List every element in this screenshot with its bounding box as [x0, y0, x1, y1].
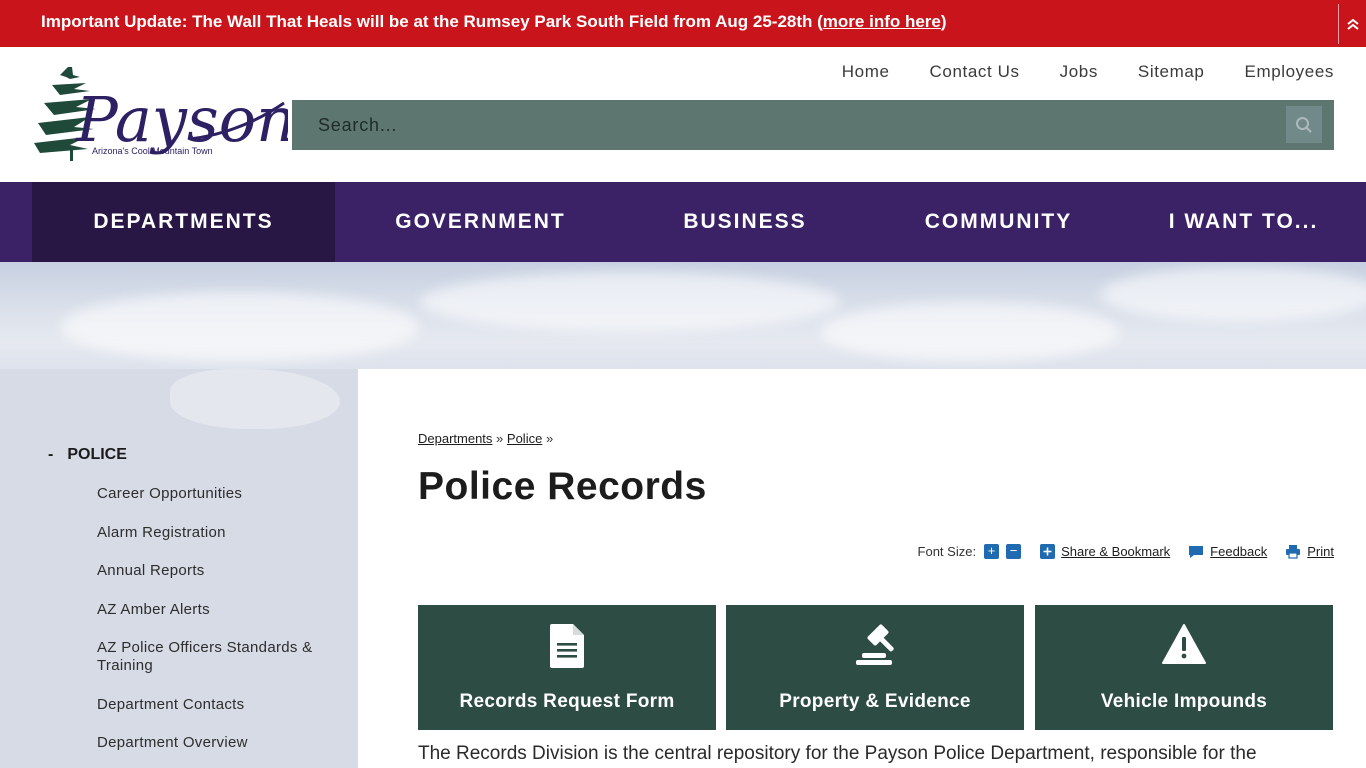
- share-bookmark-label[interactable]: Share & Bookmark: [1061, 544, 1170, 559]
- warning-icon: [1162, 624, 1206, 664]
- search-icon: [1296, 116, 1312, 133]
- sidebar-nav: - POLICE Career Opportunities Alarm Regis…: [0, 369, 358, 768]
- alert-message: Important Update: The Wall That Heals wi…: [41, 12, 947, 32]
- top-link-jobs[interactable]: Jobs: [1060, 62, 1098, 82]
- site-header: Payson Arizona's Cool Mountain Town Home…: [0, 47, 1366, 182]
- hero-banner: [0, 262, 1366, 369]
- double-chevron-up-icon: [1346, 18, 1359, 30]
- sidebar-item-department-contacts[interactable]: Department Contacts: [97, 696, 342, 714]
- sidebar-heading-label: POLICE: [67, 446, 127, 463]
- page-tools: Font Size: + − Share & Bookmark Feedback…: [918, 544, 1334, 559]
- nav-community[interactable]: COMMUNITY: [864, 182, 1133, 262]
- font-decrease-button[interactable]: −: [1006, 544, 1022, 559]
- intro-paragraph: The Records Division is the central repo…: [418, 743, 1257, 764]
- search-input[interactable]: Search...: [318, 115, 397, 136]
- alert-more-info-link[interactable]: more info here: [823, 12, 941, 31]
- top-link-sitemap[interactable]: Sitemap: [1138, 62, 1205, 82]
- nav-business[interactable]: BUSINESS: [626, 182, 864, 262]
- main-nav: DEPARTMENTS GOVERNMENT BUSINESS COMMUNIT…: [0, 182, 1366, 262]
- sidebar-item-az-amber-alerts[interactable]: AZ Amber Alerts: [97, 601, 342, 619]
- nav-i-want-to[interactable]: I WANT TO...: [1133, 182, 1354, 262]
- page-title: Police Records: [418, 465, 707, 508]
- top-link-employees[interactable]: Employees: [1245, 62, 1335, 82]
- print-link[interactable]: Print: [1285, 544, 1334, 559]
- alert-text-close: ): [940, 12, 947, 31]
- quick-link-cards: Records Request Form Property & Evidence…: [418, 605, 1334, 730]
- logo-tagline: Arizona's Cool Mountain Town: [92, 146, 213, 156]
- pine-tree-logo-icon: Payson Arizona's Cool Mountain Town: [34, 67, 296, 161]
- nav-government[interactable]: GOVERNMENT: [335, 182, 626, 262]
- breadcrumb-separator: »: [496, 431, 504, 446]
- card-property-evidence[interactable]: Property & Evidence: [726, 605, 1024, 730]
- breadcrumb-separator: »: [545, 431, 554, 446]
- share-bookmark-link[interactable]: Share & Bookmark: [1040, 544, 1170, 559]
- sidebar-item-az-post[interactable]: AZ Police Officers Standards & Training: [97, 639, 342, 675]
- breadcrumb-departments[interactable]: Departments: [418, 431, 492, 446]
- font-size-label: Font Size:: [917, 544, 977, 559]
- sidebar-item-career-opportunities[interactable]: Career Opportunities: [97, 485, 342, 503]
- comment-icon: [1188, 545, 1204, 559]
- sidebar-heading-police[interactable]: - POLICE: [48, 446, 127, 464]
- nav-departments[interactable]: DEPARTMENTS: [32, 182, 335, 262]
- card-label: Vehicle Impounds: [1100, 691, 1268, 712]
- collapse-alert-button[interactable]: [1338, 4, 1366, 44]
- alert-text: Important Update: The Wall That Heals wi…: [41, 12, 823, 31]
- breadcrumb: Departments » Police »: [418, 431, 553, 446]
- alert-bar: Important Update: The Wall That Heals wi…: [0, 0, 1366, 47]
- search-bar: Search...: [292, 100, 1334, 150]
- sidebar-item-department-overview[interactable]: Department Overview: [97, 734, 342, 752]
- card-label: Records Request Form: [459, 691, 675, 712]
- document-icon: [550, 624, 584, 668]
- card-label: Property & Evidence: [779, 691, 971, 712]
- feedback-link[interactable]: Feedback: [1188, 544, 1267, 559]
- sidebar-item-alarm-registration[interactable]: Alarm Registration: [97, 524, 342, 542]
- payson-logo[interactable]: Payson Arizona's Cool Mountain Town: [30, 63, 296, 165]
- sidebar-item-annual-reports[interactable]: Annual Reports: [97, 562, 342, 580]
- card-records-request-form[interactable]: Records Request Form: [418, 605, 716, 730]
- top-link-contact-us[interactable]: Contact Us: [930, 62, 1020, 82]
- printer-icon: [1285, 544, 1301, 559]
- collapse-police-toggle[interactable]: -: [48, 446, 53, 463]
- card-vehicle-impounds[interactable]: Vehicle Impounds: [1035, 605, 1333, 730]
- feedback-label[interactable]: Feedback: [1210, 544, 1267, 559]
- utility-nav: Home Contact Us Jobs Sitemap Employees: [842, 62, 1334, 82]
- top-link-home[interactable]: Home: [842, 62, 890, 82]
- font-increase-button[interactable]: +: [984, 544, 1000, 559]
- breadcrumb-police[interactable]: Police: [507, 431, 542, 446]
- search-button[interactable]: [1286, 106, 1322, 143]
- print-label[interactable]: Print: [1307, 544, 1334, 559]
- gavel-icon: [856, 624, 894, 665]
- plus-icon: [1040, 544, 1056, 559]
